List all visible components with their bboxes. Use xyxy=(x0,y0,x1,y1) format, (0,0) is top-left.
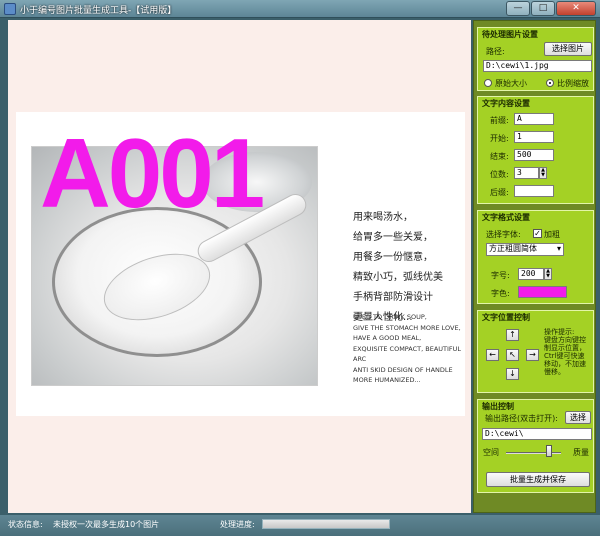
chinese-caption: 用来喝汤水， 给胃多一些关爱， 用餐多一份惬意， 精致小巧，弧线优美 手柄背部防… xyxy=(353,208,443,328)
minimize-button[interactable]: — xyxy=(506,1,530,16)
quality-slider-thumb[interactable] xyxy=(545,445,552,457)
digits-stepper[interactable]: ▲ ▼ xyxy=(539,167,547,179)
cn-line: 用餐多一份惬意， xyxy=(353,252,433,263)
output-group: 输出控制 输出路径(双击打开): 选择 D:\cewi\ 空间 质量 批量生成并… xyxy=(477,399,594,493)
digits-input[interactable]: 3 xyxy=(514,167,539,179)
title-bar: 小于编号图片批量生成工具-【试用版】 — □ ✕ xyxy=(0,0,600,18)
original-size-label: 原始大小 xyxy=(495,79,527,88)
prefix-input[interactable]: A xyxy=(514,113,554,125)
color-swatch[interactable] xyxy=(518,286,567,298)
hint-line: 键盘方向键控 xyxy=(544,336,586,344)
maximize-button[interactable]: □ xyxy=(531,1,555,16)
progress-label: 处理进度: xyxy=(220,520,255,529)
size-input[interactable]: 200 xyxy=(518,268,544,280)
path-label: 路径: xyxy=(486,47,505,56)
english-caption: USED TO DRINK SOUP, GIVE THE STOMACH MOR… xyxy=(353,312,465,386)
scale-radio[interactable] xyxy=(546,79,554,87)
en-line: MORE HUMANIZED... xyxy=(353,376,421,384)
cn-line: 用来喝汤水， xyxy=(353,212,413,223)
size-stepper[interactable]: ▲ ▼ xyxy=(544,268,552,280)
generate-save-button[interactable]: 批量生成并保存 xyxy=(486,472,590,487)
output-path-label: 输出路径(双击打开): xyxy=(485,414,558,423)
en-line: HAVE A GOOD MEAL, xyxy=(353,334,422,342)
move-right-button[interactable]: → xyxy=(526,349,539,361)
status-label: 状态信息: xyxy=(8,520,43,529)
space-label: 空间 xyxy=(483,448,499,457)
window-title: 小于编号图片批量生成工具-【试用版】 xyxy=(20,6,177,16)
end-input[interactable]: 500 xyxy=(514,149,554,161)
quality-label: 质量 xyxy=(573,448,589,457)
close-button[interactable]: ✕ xyxy=(556,1,596,16)
output-title: 输出控制 xyxy=(482,402,514,411)
progress-bar xyxy=(262,519,390,529)
start-input[interactable]: 1 xyxy=(514,131,554,143)
suffix-input[interactable] xyxy=(514,185,554,197)
hint-line: 操作提示: xyxy=(544,328,575,336)
hint-line: 移动，不加速 xyxy=(544,360,586,368)
font-label: 选择字体: xyxy=(486,230,521,239)
control-panel: 待处理图片设置 路径: 选择图片 D:\cewi\1.jpg 原始大小 比例缩放… xyxy=(473,20,596,513)
position-group: 文字位置控制 ↑ ← ↖ → ↓ 操作提示: 键盘方向键控 制显示位置， Ctr… xyxy=(477,310,594,393)
bold-checkbox[interactable]: ✓ xyxy=(533,229,542,238)
format-settings-title: 文字格式设置 xyxy=(482,213,530,222)
status-message: 未授权一次最多生成10个图片 xyxy=(53,520,160,529)
en-line: EXQUISITE COMPACT, BEAUTIFUL ARC xyxy=(353,344,462,364)
chevron-down-icon: ▾ xyxy=(556,244,561,253)
bold-label: 加粗 xyxy=(544,230,560,239)
hint-line: 慢移。 xyxy=(544,368,565,376)
choose-output-button[interactable]: 选择 xyxy=(565,411,591,424)
hint-line: 制显示位置， xyxy=(544,344,586,352)
status-bar: 状态信息: 未授权一次最多生成10个图片 处理进度: xyxy=(0,515,600,536)
format-settings-group: 文字格式设置 选择字体: ✓ 加粗 方正粗圆简体 ▾ 字号: 200 ▲ ▼ 字色: xyxy=(477,210,594,304)
position-hint: 操作提示: 键盘方向键控 制显示位置， Ctrl键可快速 移动，不加速 慢移。 xyxy=(544,328,586,376)
move-up-button[interactable]: ↑ xyxy=(506,329,519,341)
suffix-label: 后缀: xyxy=(490,188,509,197)
product-photo: A001 用来喝汤水， 给胃多一些关爱， 用餐多一份惬意， 精致小巧，弧线优美 … xyxy=(16,112,465,416)
color-label: 字色: xyxy=(491,289,510,298)
app-icon xyxy=(4,3,16,15)
font-select-value: 方正粗圆简体 xyxy=(489,244,537,253)
start-label: 开始: xyxy=(490,134,509,143)
font-select[interactable]: 方正粗圆简体 ▾ xyxy=(486,243,564,256)
position-title: 文字位置控制 xyxy=(482,313,530,322)
image-path-field[interactable]: D:\cewi\1.jpg xyxy=(483,60,592,72)
image-settings-group: 待处理图片设置 路径: 选择图片 D:\cewi\1.jpg 原始大小 比例缩放 xyxy=(477,27,594,91)
move-left-button[interactable]: ← xyxy=(486,349,499,361)
scale-label: 比例缩放 xyxy=(557,79,589,88)
cn-line: 手柄背部防滑设计 xyxy=(353,292,433,303)
end-label: 结束: xyxy=(490,152,509,161)
quality-slider-track[interactable] xyxy=(506,452,561,454)
original-size-radio[interactable] xyxy=(484,79,492,87)
text-settings-group: 文字内容设置 前缀: A 开始: 1 结束: 500 位数: 3 ▲ ▼ 后缀: xyxy=(477,96,594,204)
choose-image-button[interactable]: 选择图片 xyxy=(544,42,592,56)
cn-line: 精致小巧，弧线优美 xyxy=(353,272,443,283)
en-line: ANTI SKID DESIGN OF HANDLE xyxy=(353,365,453,374)
text-settings-title: 文字内容设置 xyxy=(482,99,530,108)
en-line: USED TO DRINK SOUP, xyxy=(353,313,427,321)
cn-line: 给胃多一些关爱， xyxy=(353,232,433,243)
en-line: GIVE THE STOMACH MORE LOVE, xyxy=(353,323,461,332)
prefix-label: 前缀: xyxy=(490,116,509,125)
move-down-button[interactable]: ↓ xyxy=(506,368,519,380)
size-label: 字号: xyxy=(491,271,510,280)
hint-line: Ctrl键可快速 xyxy=(544,352,585,360)
digits-label: 位数: xyxy=(490,170,509,179)
number-watermark: A001 xyxy=(40,118,265,228)
preview-area: A001 用来喝汤水， 给胃多一些关爱， 用餐多一份惬意， 精致小巧，弧线优美 … xyxy=(8,20,471,513)
move-center-button[interactable]: ↖ xyxy=(506,349,519,361)
image-settings-title: 待处理图片设置 xyxy=(482,30,538,39)
output-path-field[interactable]: D:\cewi\ xyxy=(482,428,592,440)
